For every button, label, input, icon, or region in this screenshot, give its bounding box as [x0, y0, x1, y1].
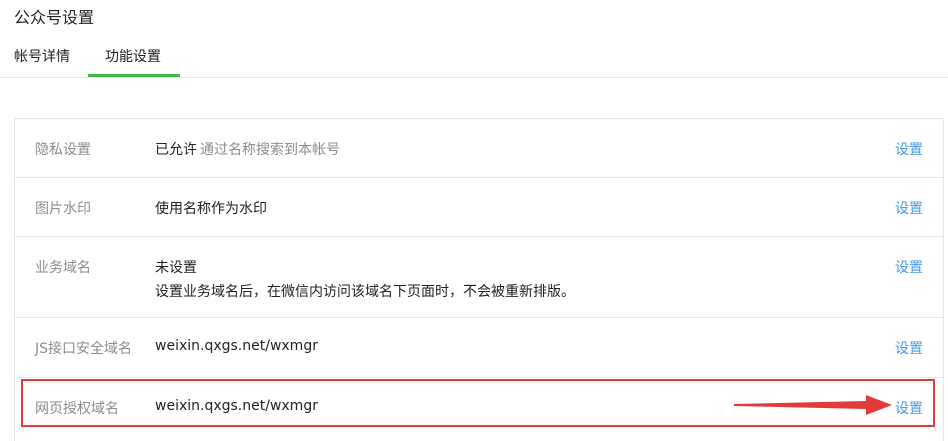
tab-bar: 帐号详情 功能设置 — [0, 42, 948, 78]
business-domain-status: 未设置 — [155, 260, 197, 276]
row-label: 网页授权域名 — [35, 401, 119, 417]
settings-row-js-domain: JS接口安全域名 weixin.qxgs.net/wxmgr 设置 — [15, 318, 943, 378]
settings-list: 隐私设置 已允许 通过名称搜索到本帐号 设置 图片水印 使用名称作为水印 设置 业… — [14, 118, 944, 441]
row-value: 使用名称作为水印 — [155, 201, 267, 217]
tab-feature-settings[interactable]: 功能设置 — [105, 46, 161, 66]
tab-account-details[interactable]: 帐号详情 — [14, 46, 70, 66]
page-title: 公众号设置 — [14, 8, 95, 27]
row-value: 已允许 通过名称搜索到本帐号 — [155, 139, 340, 159]
row-label: 图片水印 — [35, 201, 91, 217]
oauth-domain-settings-link[interactable]: 设置 — [895, 398, 923, 418]
settings-row-business-domain: 业务域名 未设置 设置业务域名后，在微信内访问该域名下页面时，不会被重新排版。 … — [15, 237, 943, 318]
settings-row-privacy: 隐私设置 已允许 通过名称搜索到本帐号 设置 — [15, 119, 943, 178]
row-value: 未设置 设置业务域名后，在微信内访问该域名下页面时，不会被重新排版。 — [155, 257, 575, 301]
js-domain-settings-link[interactable]: 设置 — [895, 338, 923, 358]
row-value: weixin.qxgs.net/wxmgr — [155, 398, 318, 414]
row-label: 业务域名 — [35, 260, 91, 276]
business-domain-description: 设置业务域名后，在微信内访问该域名下页面时，不会被重新排版。 — [155, 284, 575, 300]
row-label: 隐私设置 — [35, 142, 91, 158]
privacy-hint: 通过名称搜索到本帐号 — [200, 142, 340, 158]
watermark-settings-link[interactable]: 设置 — [895, 198, 923, 218]
settings-row-watermark: 图片水印 使用名称作为水印 设置 — [15, 178, 943, 237]
privacy-settings-link[interactable]: 设置 — [895, 139, 923, 159]
row-label: JS接口安全域名 — [35, 341, 133, 357]
active-tab-indicator — [88, 74, 180, 77]
row-value: weixin.qxgs.net/wxmgr — [155, 338, 318, 354]
settings-row-oauth-domain: 网页授权域名 weixin.qxgs.net/wxmgr 设置 — [15, 378, 943, 441]
business-domain-settings-link[interactable]: 设置 — [895, 257, 923, 277]
privacy-status: 已允许 — [155, 142, 197, 158]
